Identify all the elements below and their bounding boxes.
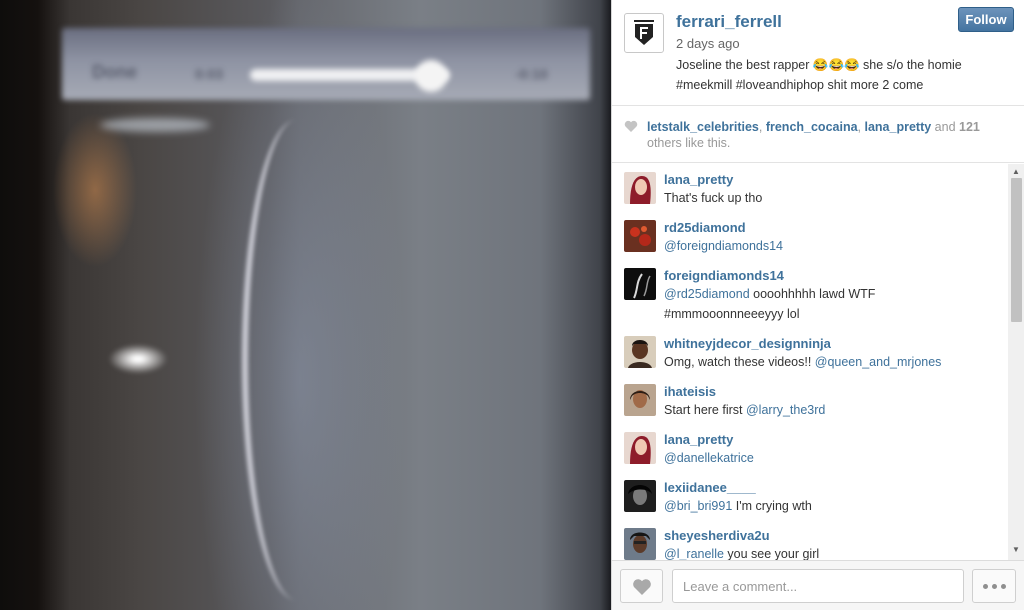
comment-text: @l_ranelle you see your girl [664, 544, 994, 560]
post-username-link[interactable]: ferrari_ferrell [676, 12, 782, 32]
comment-mention[interactable]: @rd25diamond [664, 287, 750, 301]
more-dots-icon [982, 583, 988, 589]
comment-text-part: Omg, watch these videos!! [664, 355, 815, 369]
liker-link[interactable]: lana_pretty [865, 120, 932, 134]
comment-mention[interactable]: @queen_and_mrjones [815, 355, 942, 369]
scrollbar-thumb[interactable] [1011, 178, 1022, 322]
likes-and: and [931, 120, 960, 134]
likes-suffix: others like this. [647, 136, 731, 150]
comment-input[interactable] [672, 569, 964, 603]
comment-avatar[interactable] [624, 336, 656, 368]
likes-separator: , [758, 120, 766, 134]
comment-mention[interactable]: @bri_bri991 [664, 499, 732, 513]
likes-count[interactable]: 121 [959, 120, 980, 134]
likes-summary: letstalk_celebrities, french_cocaina, la… [612, 106, 1024, 163]
comment-username[interactable]: sheyesherdiva2u [664, 528, 770, 543]
heart-icon [624, 120, 638, 132]
comment-username[interactable]: foreigndiamonds14 [664, 268, 784, 283]
comment-mention[interactable]: @danellekatrice [664, 451, 754, 465]
photo-light-spot [108, 344, 168, 374]
comment-text: @rd25diamond oooohhhhh lawd WTF #mmmooon… [664, 284, 994, 324]
comment-text-part: Start here first [664, 403, 746, 417]
more-dots-icon [1000, 583, 1006, 589]
more-dots-icon [991, 583, 997, 589]
likes-separator: , [857, 120, 865, 134]
comment-avatar[interactable] [624, 528, 656, 560]
photo-light-streak [100, 118, 210, 132]
photo-video-controls-bar [62, 28, 590, 100]
comment-mention[interactable]: @foreigndiamonds14 [664, 239, 783, 253]
photo-bar-time-right: -0:10 [515, 66, 548, 82]
comment-username[interactable]: lana_pretty [664, 172, 733, 187]
comment-username[interactable]: lexiidanee____ [664, 480, 756, 495]
comment-text-part: I'm crying wth [732, 499, 812, 513]
comment-username[interactable]: whitneyjdecor_designninja [664, 336, 831, 351]
comment-text: @bri_bri991 I'm crying wth [664, 496, 994, 516]
comments-scrollbar[interactable]: ▲ ▼ [1008, 164, 1024, 560]
comment-avatar[interactable] [624, 384, 656, 416]
photo-curved-edge [242, 120, 332, 600]
like-button[interactable] [620, 569, 663, 603]
post-detail-panel: ferrari_ferrell 2 days ago Joseline the … [611, 0, 1024, 610]
post-header: ferrari_ferrell 2 days ago Joseline the … [612, 0, 1024, 106]
comment-username[interactable]: ihateisis [664, 384, 716, 399]
scroll-down-arrow-icon[interactable]: ▼ [1012, 545, 1020, 554]
photo-bar-done-label: Done [92, 62, 137, 82]
avatar[interactable] [624, 13, 664, 53]
comments-list[interactable]: lana_pretty That's fuck up tho rd25diamo… [612, 164, 1008, 560]
heart-icon [632, 578, 651, 595]
more-options-button[interactable] [972, 569, 1016, 603]
liker-link[interactable]: french_cocaina [766, 120, 858, 134]
photo-bar-time-left: 0:03 [195, 66, 224, 82]
comment-username[interactable]: lana_pretty [664, 432, 733, 447]
comment-text: Omg, watch these videos!! @queen_and_mrj… [664, 352, 994, 372]
comment-avatar[interactable] [624, 172, 656, 204]
comment-avatar[interactable] [624, 268, 656, 300]
comment-avatar[interactable] [624, 480, 656, 512]
comment-avatar[interactable] [624, 220, 656, 252]
liker-link[interactable]: letstalk_celebrities [647, 120, 759, 134]
comment-footer [612, 560, 1024, 610]
comment-text: Start here first @larry_the3rd [664, 400, 994, 420]
post-time-ago: 2 days ago [676, 36, 740, 51]
comment-text-part: you see your girl [723, 547, 820, 560]
photo-slider-knob [415, 60, 447, 92]
post-photo[interactable]: Done 0:03 -0:10 [0, 0, 611, 610]
scroll-up-arrow-icon[interactable]: ▲ [1012, 167, 1020, 176]
comment-text: @foreigndiamonds14 [664, 236, 994, 256]
comment-text: @danellekatrice [664, 448, 994, 468]
follow-button[interactable]: Follow [958, 7, 1014, 32]
comment-mention[interactable]: @l_ranelle [664, 547, 724, 560]
comment-username[interactable]: rd25diamond [664, 220, 746, 235]
comment-avatar[interactable] [624, 432, 656, 464]
comment-mention[interactable]: @larry_the3rd [746, 403, 825, 417]
post-caption: Joseline the best rapper 😂😂😂 she s/o the… [676, 58, 962, 92]
comment-text-part: That's fuck up tho [664, 191, 763, 205]
brand-logo-icon [634, 20, 654, 45]
comment-text: That's fuck up tho [664, 188, 994, 208]
